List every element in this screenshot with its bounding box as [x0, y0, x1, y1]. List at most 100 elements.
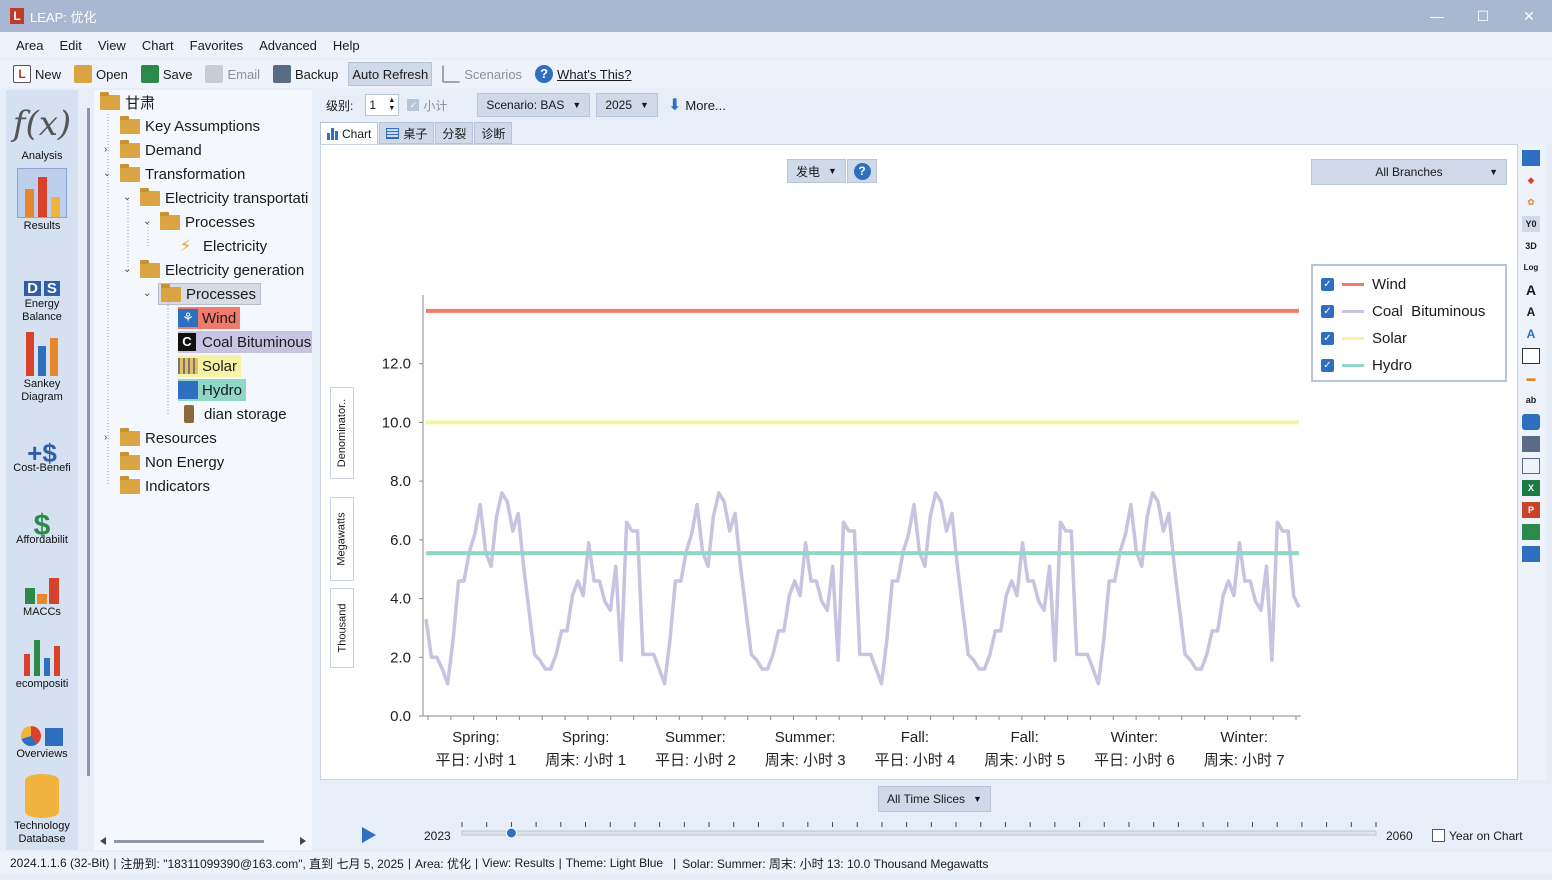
- powerpoint-icon[interactable]: P: [1522, 502, 1540, 518]
- close-button[interactable]: ✕: [1506, 0, 1552, 32]
- chart-type-icon[interactable]: [1522, 150, 1540, 166]
- level-spinner[interactable]: 1 ▲ ▼: [365, 94, 400, 116]
- font-style-icon[interactable]: A: [1522, 326, 1540, 342]
- subtotal-checkbox[interactable]: ✓: [407, 99, 420, 111]
- view-analysis[interactable]: f(x) Analysis: [6, 98, 78, 163]
- view-energy-balance[interactable]: DS Energy Balance: [6, 246, 78, 324]
- coal-series-line: [424, 491, 1301, 686]
- y-zero-icon[interactable]: Y0: [1522, 216, 1540, 232]
- x-tick-label: 周末: 小时 5: [984, 752, 1065, 769]
- menu-favorites[interactable]: Favorites: [182, 38, 251, 53]
- scenarios-button[interactable]: Scenarios: [439, 62, 525, 86]
- time-slices-dropdown[interactable]: All Time Slices ▼: [878, 786, 991, 812]
- save-chart-icon[interactable]: [1522, 524, 1540, 540]
- 3d-icon[interactable]: 3D: [1522, 238, 1540, 254]
- chart-legend: ✓ Wind ✓ Coal Bituminous ✓ Solar ✓ Hydro: [1311, 264, 1507, 382]
- tab-chart[interactable]: Chart: [320, 122, 379, 144]
- whats-this-button[interactable]: ? What's This?: [532, 62, 635, 86]
- legend-checkbox[interactable]: ✓: [1321, 358, 1334, 372]
- chevron-down-icon: ▼: [973, 794, 982, 804]
- x-tick-label: Summer:: [775, 729, 836, 746]
- year-dropdown[interactable]: 2025 ▼: [596, 93, 658, 117]
- save-button[interactable]: Save: [138, 62, 196, 86]
- menu-chart[interactable]: Chart: [134, 38, 182, 53]
- level-label: 级别:: [326, 98, 354, 113]
- new-button[interactable]: L New: [10, 62, 64, 86]
- play-icon[interactable]: [360, 826, 380, 844]
- y-tick-label: 0.0: [390, 708, 411, 725]
- slider-track: [461, 830, 1377, 836]
- legend-item-hydro[interactable]: ✓ Hydro: [1321, 355, 1412, 375]
- tree-horizontal-scrollbar[interactable]: [96, 834, 310, 848]
- excel-icon[interactable]: X: [1522, 480, 1540, 496]
- view-bar: f(x) Analysis Results DS Energy Balance …: [6, 90, 78, 850]
- legend-checkbox[interactable]: ✓: [1321, 304, 1334, 318]
- arrow-down-icon: ⬇: [667, 97, 682, 114]
- view-decomposition[interactable]: ecompositi: [6, 626, 78, 691]
- view-results[interactable]: Results: [6, 168, 78, 233]
- year-slider[interactable]: [456, 820, 1380, 850]
- y-tick-label: 12.0: [382, 356, 411, 373]
- legend-checkbox[interactable]: ✓: [1321, 277, 1334, 291]
- view-sankey[interactable]: Sankey Diagram: [6, 326, 78, 404]
- auto-refresh-toggle[interactable]: Auto Refresh: [348, 62, 433, 86]
- results-controls: 级别: 1 ▲ ▼ ✓ 小计 Scenario: BAS ▼ 2025 ▼ ⬇ More.…: [320, 90, 1546, 120]
- border-icon[interactable]: [1522, 348, 1540, 364]
- view-overviews[interactable]: Overviews: [6, 696, 78, 761]
- more-button[interactable]: ⬇ More...: [668, 95, 726, 115]
- chevron-down-icon: ▼: [640, 100, 649, 110]
- menu-area[interactable]: Area: [8, 38, 51, 53]
- y-tick-label: 4.0: [390, 591, 411, 608]
- backup-button[interactable]: Backup: [270, 62, 341, 86]
- log-scale-icon[interactable]: Log: [1522, 260, 1540, 276]
- table-icon: [386, 127, 400, 139]
- legend-item-wind[interactable]: ✓ Wind: [1321, 274, 1406, 294]
- status-version: 2024.1.1.6 (32-Bit): [10, 856, 110, 870]
- menu-advanced[interactable]: Advanced: [251, 38, 325, 53]
- chevron-down-icon: ▼: [572, 100, 582, 110]
- legend-checkbox[interactable]: ✓: [1321, 331, 1334, 345]
- copy-icon[interactable]: [1522, 458, 1540, 474]
- tab-table[interactable]: 桌子: [379, 122, 435, 144]
- tab-diagnostics[interactable]: 诊断: [474, 122, 513, 144]
- font-decrease-icon[interactable]: A: [1522, 304, 1540, 320]
- menu-help[interactable]: Help: [325, 38, 368, 53]
- x-tick-label: Fall:: [1010, 729, 1038, 746]
- favorite-chart-icon[interactable]: [1522, 546, 1540, 562]
- open-button[interactable]: Open: [71, 62, 131, 86]
- timeline-start-label: 2023: [424, 829, 451, 843]
- chart-icon: [327, 127, 338, 140]
- view-cost-benefit[interactable]: +$ Cost-Benefi: [6, 410, 78, 475]
- email-button[interactable]: Email: [202, 62, 263, 86]
- menu-view[interactable]: View: [90, 38, 134, 53]
- slider-thumb[interactable]: [505, 827, 517, 839]
- status-view: View: Results: [482, 856, 555, 870]
- x-tick-label: 平日: 小时 1: [435, 752, 516, 769]
- tab-split[interactable]: 分裂: [435, 122, 474, 144]
- view-maccs[interactable]: MACCs: [6, 554, 78, 619]
- menu-edit[interactable]: Edit: [51, 38, 89, 53]
- leap-logo-icon: L: [10, 8, 24, 24]
- palette-icon[interactable]: ✿: [1522, 194, 1540, 210]
- branch-tree: 甘肃 Key Assumptions › Demand ⌄ Transforma…: [94, 90, 312, 850]
- y-tick-label: 6.0: [390, 532, 411, 549]
- legend-item-solar[interactable]: ✓ Solar: [1321, 328, 1407, 348]
- sidebar-splitter[interactable]: [87, 108, 90, 776]
- y-tick-label: 10.0: [382, 414, 411, 431]
- legend-item-coal[interactable]: ✓ Coal Bituminous: [1321, 301, 1485, 321]
- highlight-icon[interactable]: ▬: [1522, 370, 1540, 386]
- chart-tools: ◆ ✿ Y0 3D Log A A A ▬ ab X P: [1518, 144, 1546, 780]
- maximize-button[interactable]: ☐: [1460, 0, 1506, 32]
- font-increase-icon[interactable]: A: [1522, 282, 1540, 298]
- view-affordability[interactable]: $ Affordabilit: [6, 482, 78, 547]
- year-on-chart-checkbox[interactable]: [1432, 829, 1445, 842]
- x-tick-label: Winter:: [1111, 729, 1159, 746]
- function-icon: f(x): [12, 104, 72, 144]
- minimize-button[interactable]: —: [1414, 0, 1460, 32]
- print-icon[interactable]: [1522, 436, 1540, 452]
- view-technology-database[interactable]: Technology Database: [6, 768, 78, 846]
- camera-icon[interactable]: [1522, 414, 1540, 430]
- marker-icon[interactable]: ◆: [1522, 172, 1540, 188]
- labels-icon[interactable]: ab: [1522, 392, 1540, 408]
- scenario-dropdown[interactable]: Scenario: BAS ▼: [477, 93, 591, 117]
